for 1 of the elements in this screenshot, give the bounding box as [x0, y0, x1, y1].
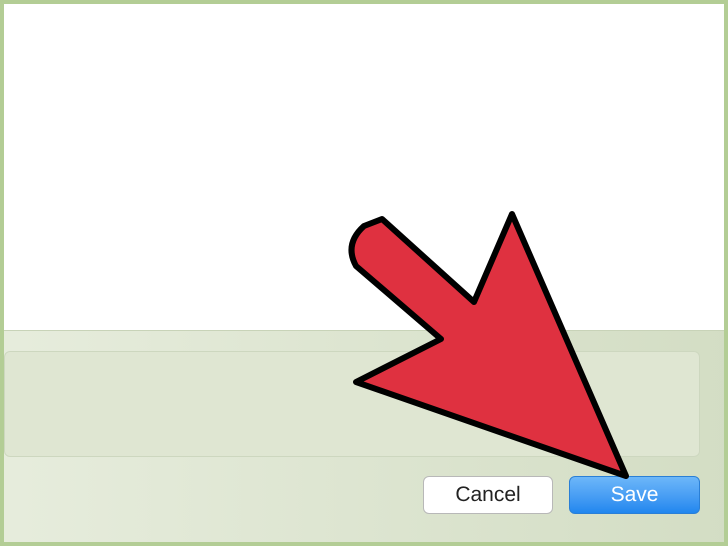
- cancel-button[interactable]: Cancel: [423, 476, 553, 514]
